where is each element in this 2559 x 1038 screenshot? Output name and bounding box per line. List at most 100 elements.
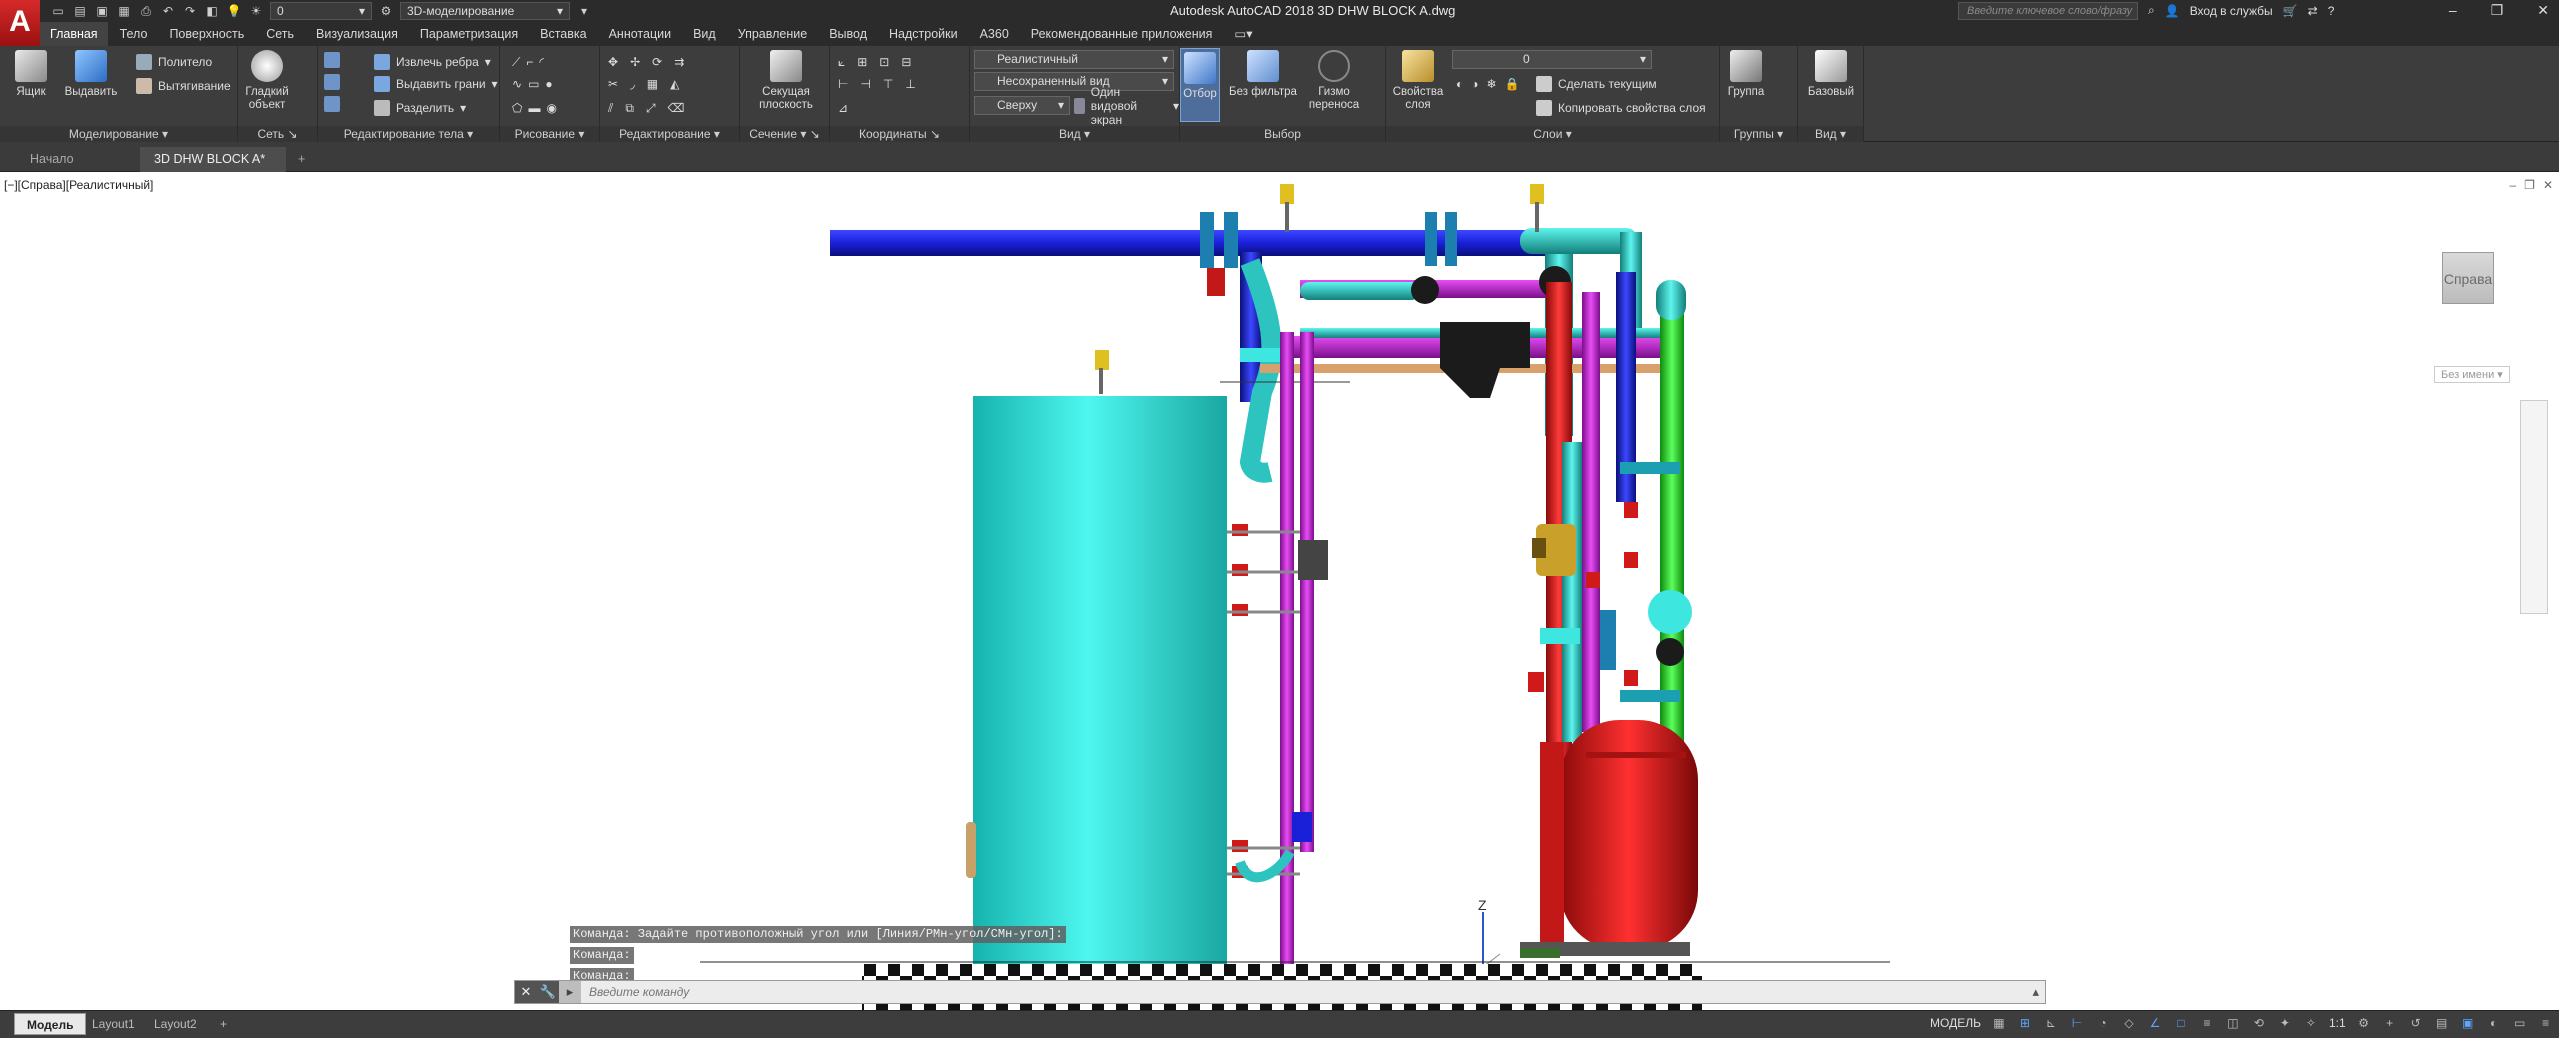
group-button[interactable]: Группа: [1722, 50, 1770, 99]
copy-icon[interactable]: ⧉: [625, 101, 634, 116]
undo-icon[interactable]: ↶: [160, 3, 176, 19]
rectangle-icon[interactable]: ▭: [528, 77, 539, 91]
hatch-icon[interactable]: ◉: [546, 101, 556, 115]
spline-icon[interactable]: ∿: [512, 77, 522, 91]
separate-button[interactable]: Разделить ▾: [374, 98, 466, 118]
close-icon[interactable]: ✕: [2537, 2, 2549, 19]
panel-title-groups[interactable]: Группы ▾: [1720, 126, 1797, 142]
binoculars-icon[interactable]: ⌕: [2148, 3, 2155, 18]
union-icon[interactable]: [324, 52, 340, 68]
close-command-line-icon[interactable]: ✕: [515, 981, 537, 1003]
tab-start[interactable]: Начало: [16, 147, 88, 172]
extrude-button[interactable]: Выдавить: [62, 50, 120, 99]
intersect-icon[interactable]: [324, 96, 340, 112]
arc-icon[interactable]: ◜: [539, 55, 544, 69]
align-icon[interactable]: ⇉: [674, 55, 684, 69]
search-input[interactable]: Введите ключевое слово/фразу: [1958, 2, 2138, 20]
open-icon[interactable]: ▤: [72, 3, 88, 19]
panel-title-modeling[interactable]: Моделирование ▾: [0, 126, 237, 142]
print-icon[interactable]: ⎙: [138, 3, 154, 19]
subtract-icon[interactable]: [324, 74, 340, 90]
command-input[interactable]: [581, 985, 2033, 999]
tab-home[interactable]: Главная: [40, 22, 108, 46]
minimize-icon[interactable]: –: [2449, 2, 2457, 19]
sweep-button[interactable]: Вытягивание: [136, 76, 231, 96]
erase-icon[interactable]: ⌫: [668, 101, 685, 115]
mirror-icon[interactable]: ◭: [670, 77, 679, 91]
panel-title-section[interactable]: Сечение ▾ ↘: [740, 126, 829, 142]
layer-isolate-icon[interactable]: ◑: [1471, 77, 1478, 91]
panel-title-view[interactable]: Вид ▾: [970, 126, 1179, 142]
box-button[interactable]: Ящик: [2, 50, 60, 99]
gizmo-button[interactable]: Гизмо переноса: [1304, 50, 1364, 112]
polar-icon[interactable]: ◔: [2095, 1015, 2111, 1031]
isodraft-icon[interactable]: ◇: [2121, 1015, 2137, 1031]
region-icon[interactable]: ▬: [528, 101, 540, 115]
exchange-icon[interactable]: ⇄: [2308, 4, 2318, 18]
layout-tab-model[interactable]: Модель: [14, 1013, 87, 1035]
transparency-icon[interactable]: ◫: [2225, 1015, 2241, 1031]
command-history-toggle-icon[interactable]: ▴: [2032, 984, 2045, 1000]
layer-combo[interactable]: 0 ▾: [270, 2, 372, 20]
auto-scale-icon[interactable]: ✧: [2303, 1015, 2319, 1031]
smooth-object-button[interactable]: Гладкий объект: [238, 50, 296, 112]
line-icon[interactable]: ⟋: [512, 55, 520, 70]
save-icon[interactable]: ▣: [94, 3, 110, 19]
cart-icon[interactable]: 🛒: [2283, 4, 2298, 18]
panel-title-selection[interactable]: Выбор: [1180, 126, 1385, 142]
panel-title-draw[interactable]: Рисование ▾: [500, 126, 599, 142]
tab-document[interactable]: 3D DHW BLOCK A*: [140, 147, 286, 172]
base-view-button[interactable]: Базовый: [1802, 50, 1860, 99]
offset-icon[interactable]: ⫽: [608, 101, 613, 116]
polyline-icon[interactable]: ⌐: [526, 55, 533, 69]
lineweight-icon[interactable]: ≡: [2199, 1015, 2215, 1031]
culling-button[interactable]: Отбор: [1180, 48, 1220, 122]
drawing-viewport[interactable]: [−][Справа][Реалистичный] – ❐ ✕ Справа Б…: [0, 172, 2559, 1010]
model-space-button[interactable]: МОДЕЛЬ: [1930, 1016, 1981, 1030]
3d-move-icon[interactable]: ✢: [630, 55, 640, 69]
panel-title-coordinates[interactable]: Координаты ↘: [830, 126, 969, 142]
tab-surface[interactable]: Поверхность: [159, 22, 254, 46]
isolate-objects-icon[interactable]: ◐: [2486, 1015, 2502, 1031]
circle-icon[interactable]: ●: [545, 77, 552, 91]
view-direction-combo[interactable]: Сверху ▾: [974, 96, 1070, 115]
ucs-view-icon[interactable]: ⊟: [901, 55, 911, 69]
workspace-combo[interactable]: 3D-моделирование ▾: [400, 2, 570, 20]
units-icon[interactable]: ↺: [2408, 1015, 2424, 1031]
ortho-icon[interactable]: ⊢: [2069, 1015, 2085, 1031]
qat-dropdown-icon[interactable]: ▾: [576, 3, 592, 19]
extrude-faces-button[interactable]: Выдавить грани ▾: [374, 74, 498, 94]
panel-title-mesh[interactable]: Сеть ↘: [238, 126, 317, 142]
polysolid-button[interactable]: Политело: [136, 52, 212, 72]
layer-properties-button[interactable]: Свойства слоя: [1388, 50, 1448, 112]
help-icon[interactable]: ?: [2328, 4, 2335, 18]
ucs-named-icon[interactable]: ⊿: [838, 101, 848, 115]
move-icon[interactable]: ✥: [608, 55, 618, 69]
plus-icon[interactable]: +: [2382, 1015, 2398, 1031]
make-current-button[interactable]: Сделать текущим: [1536, 74, 1657, 94]
application-menu-button[interactable]: A: [0, 0, 40, 46]
tab-annotate[interactable]: Аннотации: [599, 22, 681, 46]
fillet-icon[interactable]: ◞: [630, 77, 635, 91]
trim-icon[interactable]: ✂: [608, 77, 618, 91]
annotation-visibility-icon[interactable]: ✦: [2277, 1015, 2293, 1031]
annotation-scale[interactable]: 1:1: [2329, 1016, 2346, 1030]
workspace-switch-icon[interactable]: ⚙: [2356, 1015, 2372, 1031]
save-as-icon[interactable]: ▦: [116, 3, 132, 19]
infer-icon[interactable]: ⊾: [2043, 1015, 2059, 1031]
layer-freeze-icon[interactable]: ❄: [1487, 77, 1497, 91]
tab-manage[interactable]: Управление: [728, 22, 818, 46]
panel-title-layers[interactable]: Слои ▾: [1386, 126, 1719, 142]
no-filter-button[interactable]: Без фильтра: [1226, 50, 1300, 99]
workspace-gear-icon[interactable]: ⚙: [378, 3, 394, 19]
customization-icon[interactable]: ≡: [2538, 1015, 2554, 1031]
snap-icon[interactable]: ⊞: [2017, 1015, 2033, 1031]
command-customize-icon[interactable]: 🔧: [537, 981, 559, 1003]
scale-icon[interactable]: ⤢: [646, 101, 656, 116]
selection-cycling-icon[interactable]: ⟲: [2251, 1015, 2267, 1031]
array-icon[interactable]: ▦: [647, 77, 658, 91]
ucs-z-icon[interactable]: ⊤: [883, 77, 893, 91]
sign-in-button[interactable]: Вход в службы: [2190, 4, 2273, 18]
tab-mesh[interactable]: Сеть: [256, 22, 304, 46]
tab-a360[interactable]: A360: [970, 22, 1019, 46]
